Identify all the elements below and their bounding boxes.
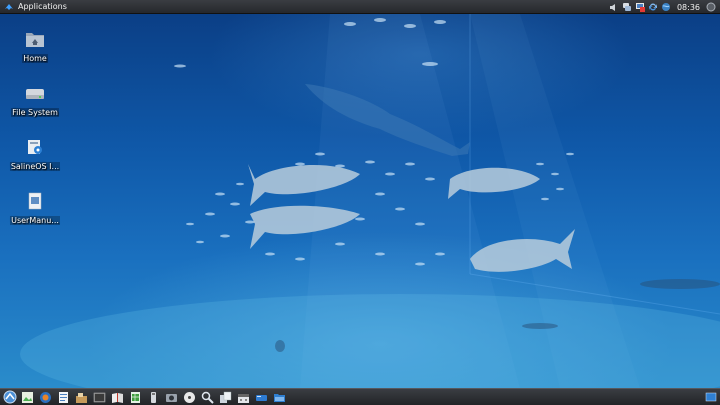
speaker-icon[interactable] xyxy=(609,2,619,12)
folder-icon[interactable] xyxy=(272,390,287,405)
calculator-icon[interactable] xyxy=(236,390,251,405)
desktop-icon-label: SalineOS I... xyxy=(9,162,61,171)
applications-logo-icon xyxy=(5,3,13,10)
installer-icon xyxy=(24,136,46,158)
desktop-icon-file-system[interactable]: File System xyxy=(5,82,65,117)
desktop-icon-salineos-installer[interactable]: SalineOS I... xyxy=(5,136,65,171)
network-icon[interactable] xyxy=(635,2,645,12)
disc-icon[interactable] xyxy=(182,390,197,405)
desktop-icon-user-manual[interactable]: UserManu... xyxy=(5,190,65,225)
applications-menu-button[interactable]: Applications xyxy=(0,0,71,14)
show-desktop-icon[interactable] xyxy=(704,390,718,404)
browser-icon[interactable] xyxy=(38,390,53,405)
desktop-icon-label: Home xyxy=(22,54,48,63)
document-icon xyxy=(24,190,46,212)
desktop-icon-label: UserManu... xyxy=(10,216,60,225)
desktop-icon-label: File System xyxy=(11,108,59,117)
chat-icon[interactable] xyxy=(622,2,632,12)
applications-label: Applications xyxy=(18,2,67,11)
files-icon[interactable] xyxy=(218,390,233,405)
camera-icon[interactable] xyxy=(164,390,179,405)
search-icon[interactable] xyxy=(200,390,215,405)
system-tray: 08:36 xyxy=(609,0,716,14)
book-icon[interactable] xyxy=(110,390,125,405)
globe-icon[interactable] xyxy=(661,2,671,12)
drive-icon[interactable] xyxy=(254,390,269,405)
top-panel: Applications 08:36 xyxy=(0,0,720,14)
drive-icon xyxy=(24,82,46,104)
usb-icon[interactable] xyxy=(146,390,161,405)
image-viewer-icon[interactable] xyxy=(20,390,35,405)
desktop-wallpaper xyxy=(0,14,720,388)
bottom-panel xyxy=(0,388,720,405)
spreadsheet-icon[interactable] xyxy=(128,390,143,405)
home-folder-icon xyxy=(24,28,46,50)
aquarium-scene xyxy=(20,14,720,388)
update-icon[interactable] xyxy=(648,2,658,12)
terminal-icon[interactable] xyxy=(92,390,107,405)
session-icon[interactable] xyxy=(706,2,716,12)
clock[interactable]: 08:36 xyxy=(677,3,700,12)
menu-logo-icon[interactable] xyxy=(2,390,17,405)
text-editor-icon[interactable] xyxy=(56,390,71,405)
desktop-icon-home[interactable]: Home xyxy=(5,28,65,63)
package-icon[interactable] xyxy=(74,390,89,405)
